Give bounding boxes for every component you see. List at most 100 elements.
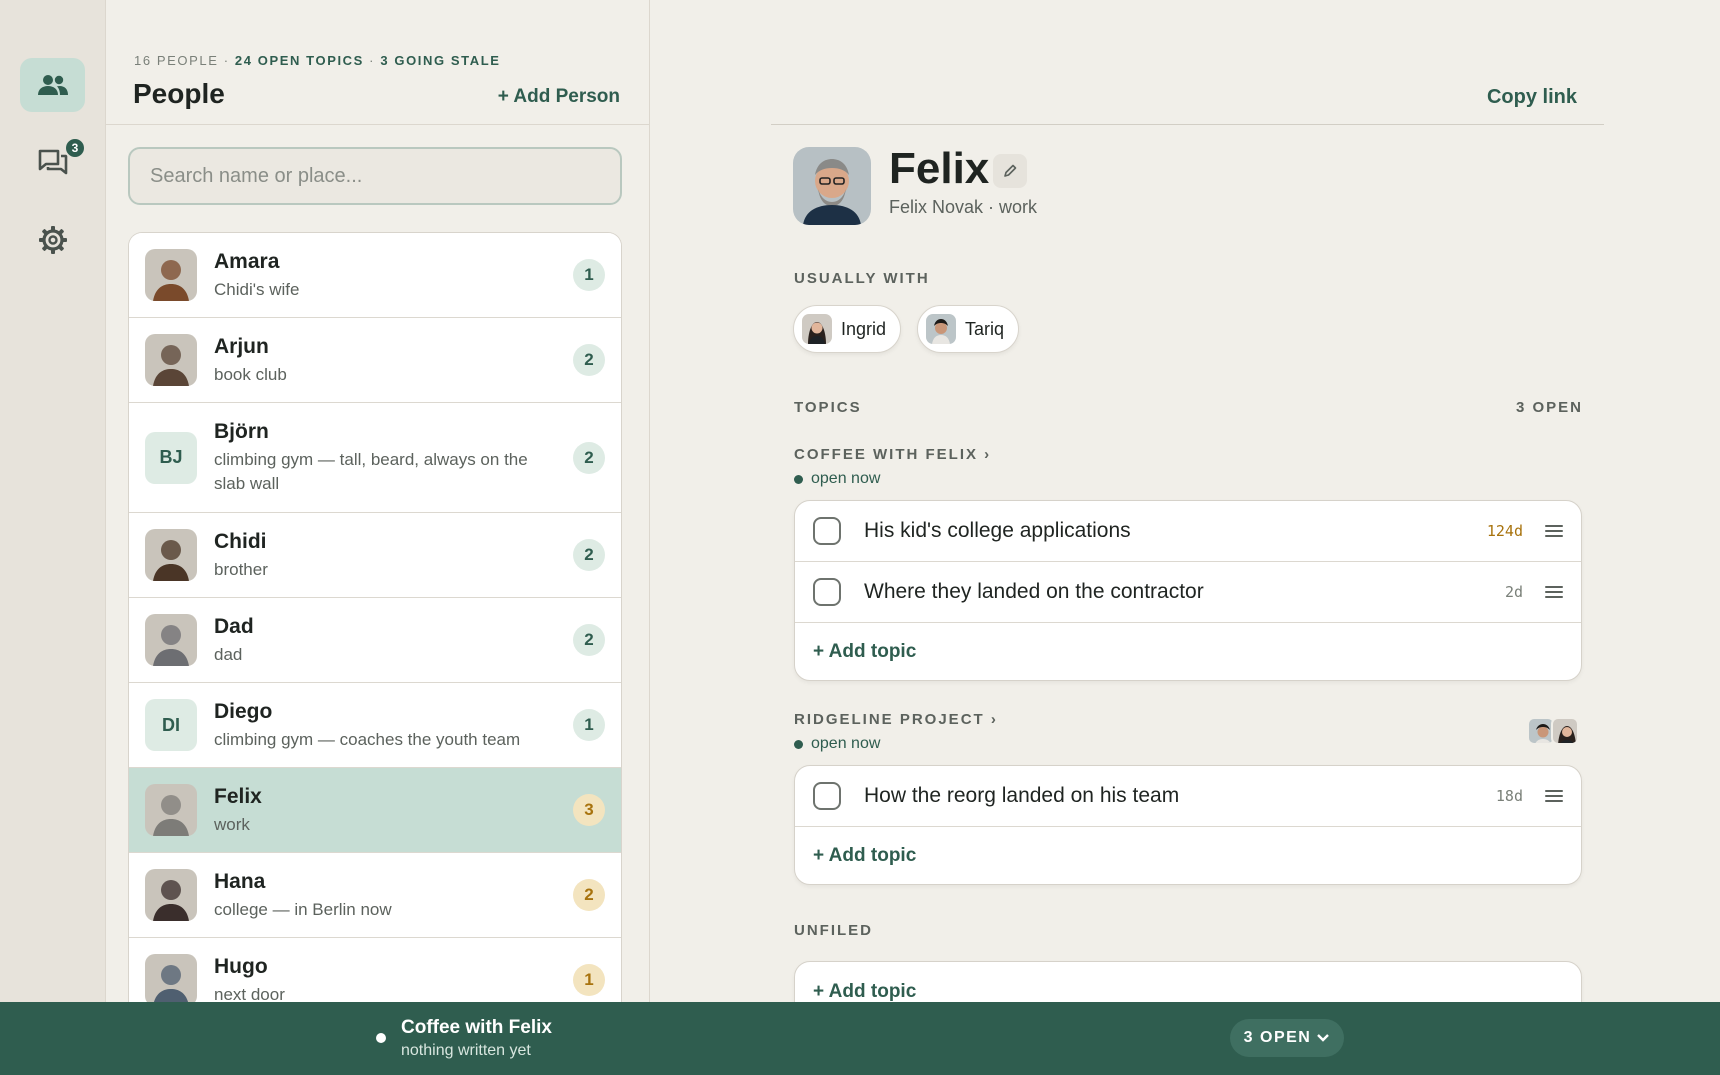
drag-handle-icon[interactable] — [1545, 525, 1563, 537]
person-name: Arjun — [214, 334, 269, 358]
group-members — [1527, 717, 1579, 745]
drag-handle-icon[interactable] — [1545, 790, 1563, 802]
drag-handle-icon[interactable] — [1545, 586, 1563, 598]
avatar — [145, 954, 197, 1002]
topic-age: 2d — [1504, 583, 1523, 601]
topic-count-badge: 2 — [573, 441, 605, 474]
stats-separator: · — [363, 53, 381, 68]
people-title: People — [133, 78, 225, 109]
person-description: climbing gym — tall, beard, always on th… — [214, 450, 528, 493]
topic-row[interactable]: How the reorg landed on his team 18d — [795, 766, 1581, 827]
chip-label: Ingrid — [841, 318, 887, 339]
add-person-button[interactable]: + Add Person — [498, 86, 620, 108]
person-name: Hugo — [214, 954, 268, 978]
person-row[interactable]: Amara Chidi's wife 1 — [129, 233, 621, 318]
stale-count: 3 GOING STALE — [380, 53, 501, 68]
topic-row[interactable]: Where they landed on the contractor 2d — [795, 562, 1581, 623]
copy-link-button[interactable]: Copy link — [1487, 86, 1577, 109]
person-description: work — [214, 814, 250, 834]
add-topic-button[interactable]: + Add topic — [795, 827, 1581, 884]
open-count-dropdown[interactable]: 3 OPEN — [1230, 1019, 1344, 1057]
status-label: open now — [811, 470, 881, 487]
profile-subtitle: Felix Novak · work — [889, 197, 1038, 217]
status-dot — [794, 739, 803, 749]
avatar: BJ — [145, 431, 197, 484]
avatar — [145, 529, 197, 581]
session-subtitle: nothing written yet — [401, 1042, 531, 1059]
group-status: open now — [794, 470, 880, 488]
divider — [771, 124, 1604, 125]
topic-row[interactable]: His kid's college applications 124d — [795, 501, 1581, 562]
person-description: Chidi's wife — [214, 279, 300, 299]
topic-count-badge: 1 — [573, 964, 605, 996]
topic-checkbox[interactable] — [813, 517, 841, 545]
person-row[interactable]: Hugo next door 1 — [129, 938, 621, 1002]
topic-checkbox[interactable] — [813, 782, 841, 810]
person-name: Felix — [214, 784, 262, 808]
person-row[interactable]: DI Diego climbing gym — coaches the youth … — [129, 683, 621, 768]
open-topics-count: 24 OPEN TOPICS — [234, 53, 364, 68]
topics-badge: 3 — [64, 137, 86, 159]
person-name: Diego — [214, 699, 273, 723]
avatar — [145, 249, 197, 301]
topic-age: 18d — [1495, 787, 1523, 805]
person-info: Dad dad — [214, 614, 605, 667]
person-row[interactable]: Hana college — in Berlin now 2 — [129, 853, 621, 938]
chip-label: Tariq — [965, 318, 1005, 339]
pencil-icon — [1004, 164, 1017, 177]
person-info: Felix work — [214, 784, 605, 837]
topic-text: His kid's college applications — [864, 519, 1131, 542]
divider — [106, 124, 649, 125]
person-info: Björn climbing gym — tall, beard, always … — [214, 419, 605, 496]
person-info: Diego climbing gym — coaches the youth te… — [214, 699, 605, 752]
topic-count-badge: 2 — [573, 879, 605, 911]
person-description: book club — [214, 364, 287, 384]
topic-count-badge: 1 — [573, 259, 605, 291]
person-info: Hana college — in Berlin now — [214, 869, 605, 922]
person-info: Amara Chidi's wife — [214, 249, 605, 302]
person-description: college — in Berlin now — [214, 899, 392, 919]
person-row[interactable]: BJ Björn climbing gym — tall, beard, alway… — [129, 403, 621, 513]
person-name: Amara — [214, 249, 280, 273]
stats-separator: · — [218, 53, 235, 68]
topics-open-count: 3 OPEN — [1515, 399, 1583, 416]
topic-checkbox[interactable] — [813, 578, 841, 606]
search-input[interactable] — [128, 147, 622, 205]
topic-card: His kid's college applications 124d Wher… — [794, 500, 1582, 681]
open-count-label: 3 OPEN — [1243, 1029, 1312, 1046]
topic-text: How the reorg landed on his team — [864, 784, 1180, 807]
person-name: Dad — [214, 614, 254, 638]
person-description: next door — [214, 984, 285, 1003]
person-row[interactable]: Dad dad 2 — [129, 598, 621, 683]
companion-chip[interactable]: Ingrid — [793, 305, 902, 353]
settings-nav-button[interactable] — [20, 213, 85, 267]
gear-icon — [38, 226, 67, 254]
edit-name-button[interactable] — [993, 154, 1027, 188]
group-link-ridgeline[interactable]: RIDGELINE PROJECT › — [794, 711, 998, 728]
avatar: DI — [145, 699, 197, 751]
avatar — [145, 869, 197, 921]
profile-avatar — [793, 147, 871, 225]
people-nav-button[interactable] — [20, 58, 85, 112]
person-info: Hugo next door — [214, 954, 605, 1003]
status-label: open now — [811, 735, 881, 752]
add-topic-button[interactable]: + Add topic — [795, 623, 1581, 680]
topic-count-badge: 1 — [573, 709, 605, 741]
person-description: brother — [214, 559, 268, 579]
topic-count-badge: 2 — [573, 539, 605, 571]
person-description: climbing gym — coaches the youth team — [214, 729, 521, 749]
person-row[interactable]: Chidi brother 2 — [129, 513, 621, 598]
person-description: dad — [214, 644, 243, 664]
person-row[interactable]: Arjun book club 2 — [129, 318, 621, 403]
people-list: Amara Chidi's wife 1 Arjun book club 2 BJ Björn… — [128, 232, 622, 1002]
person-row[interactable]: Felix work 3 — [129, 768, 621, 853]
usually-with-label: USUALLY WITH — [794, 270, 930, 287]
topic-age: 124d — [1486, 522, 1523, 540]
group-link-coffee[interactable]: COFFEE WITH FELIX › — [794, 446, 991, 463]
companion-chip[interactable]: Tariq — [917, 305, 1020, 353]
person-name: Chidi — [214, 529, 267, 553]
people-stats: 16 PEOPLE · 24 OPEN TOPICS · 3 GOING STA… — [134, 53, 501, 68]
session-bar[interactable] — [0, 1002, 1720, 1075]
person-info: Chidi brother — [214, 529, 605, 582]
icon-rail: 3 — [0, 0, 106, 1002]
